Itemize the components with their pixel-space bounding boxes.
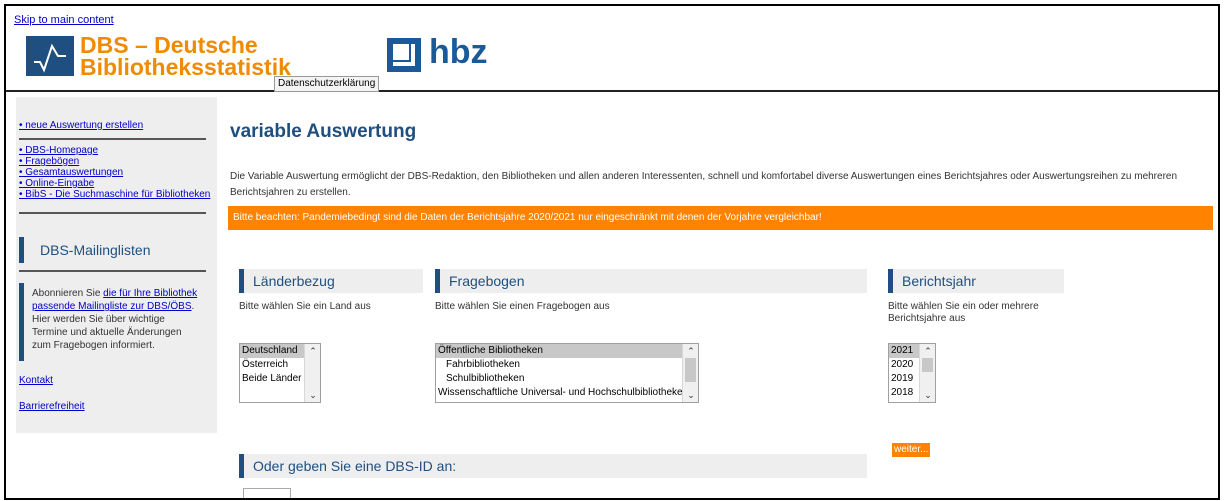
intro-text: Die Variable Auswertung ermöglicht der D… (230, 171, 1178, 198)
country-section-desc: Bitte wählen Sie ein Land aus (239, 301, 371, 312)
sidebar-item-total-reports[interactable]: • Gesamtauswertungen (19, 167, 123, 178)
sidebar-divider (19, 270, 206, 272)
new-report-link[interactable]: • neue Auswertung erstellen (19, 120, 143, 131)
scrollbar-thumb[interactable] (922, 358, 933, 372)
year-listbox-scrollbar[interactable]: ⌃ ⌄ (919, 344, 935, 402)
site-header: Skip to main content DBS – Deutsche Bibl… (6, 6, 1218, 92)
scroll-down-icon[interactable]: ⌄ (305, 388, 320, 402)
sidebar-item-online-entry[interactable]: • Online-Eingabe (19, 178, 94, 189)
main-content: variable Auswertung Die Variable Auswert… (228, 97, 1218, 498)
dbs-id-input[interactable] (243, 488, 291, 498)
year-listbox[interactable]: 2021 2020 2019 2018 ⌃ ⌄ (888, 343, 936, 403)
sidebar-divider (19, 138, 206, 140)
scroll-down-icon[interactable]: ⌄ (920, 388, 935, 402)
country-listbox[interactable]: Deutschland Österreich Beide Länder ⌃ ⌄ (239, 343, 321, 403)
hbz-logo-text[interactable]: hbz (429, 34, 488, 70)
scroll-up-icon[interactable]: ⌃ (305, 344, 320, 358)
scroll-up-icon[interactable]: ⌃ (920, 344, 935, 358)
accessibility-link[interactable]: Barrierefreiheit (19, 401, 85, 412)
dbs-title-line2: Bibliotheksstatistik (80, 54, 291, 80)
mailing-text-before: Abonnieren Sie (32, 288, 104, 299)
questionnaire-option[interactable]: Öffentliche Bibliotheken (436, 344, 698, 358)
questionnaire-listbox-scrollbar[interactable]: ⌃ ⌄ (682, 344, 698, 402)
mailing-lists-info: Abonnieren Sie die für Ihre Bibliothek p… (19, 283, 206, 361)
year-section-heading: Berichtsjahr (888, 269, 1064, 293)
sidebar-divider (19, 212, 206, 214)
dbs-title[interactable]: DBS – Deutsche Bibliotheksstatistik (80, 32, 291, 80)
sidebar-item-questionnaires[interactable]: • Fragebögen (19, 156, 79, 167)
dbs-logo-icon[interactable] (26, 36, 74, 76)
sidebar-item-bibs[interactable]: • BibS - Die Suchmaschine für Bibliothek… (19, 189, 210, 200)
country-listbox-scrollbar[interactable]: ⌃ ⌄ (304, 344, 320, 402)
contact-link[interactable]: Kontakt (19, 375, 53, 386)
questionnaire-section-heading: Fragebogen (435, 269, 867, 293)
next-button[interactable]: weiter... (892, 443, 931, 457)
mailing-lists-heading: DBS-Mailinglisten (19, 237, 206, 263)
scroll-up-icon[interactable]: ⌃ (683, 344, 698, 358)
year-section-desc: Bitte wählen Sie ein oder mehrere Berich… (888, 301, 1039, 324)
scroll-down-icon[interactable]: ⌄ (683, 388, 698, 402)
country-section-heading: Länderbezug (239, 269, 423, 293)
questionnaire-listbox[interactable]: Öffentliche Bibliotheken Fahrbibliotheke… (435, 343, 699, 403)
privacy-policy-button[interactable]: Datenschutzerklärung (274, 76, 380, 92)
scrollbar-thumb[interactable] (685, 358, 696, 382)
questionnaire-option[interactable]: Fahrbibliotheken (436, 358, 698, 372)
questionnaire-option[interactable]: Schulbibliotheken (436, 372, 698, 386)
page-title: variable Auswertung (230, 121, 417, 142)
hbz-logo-icon[interactable] (387, 38, 421, 72)
sidebar: • neue Auswertung erstellen • DBS-Homepa… (16, 97, 217, 433)
sidebar-item-dbs-homepage[interactable]: • DBS-Homepage (19, 145, 98, 156)
skip-to-content-link[interactable]: Skip to main content (14, 14, 114, 26)
pandemic-notice: Bitte beachten: Pandemiebedingt sind die… (228, 206, 1213, 230)
dbs-title-line1: DBS – Deutsche (80, 32, 258, 58)
dbs-id-section-heading: Oder geben Sie eine DBS-ID an: (239, 454, 867, 478)
page-frame: Skip to main content DBS – Deutsche Bibl… (4, 4, 1220, 500)
questionnaire-section-desc: Bitte wählen Sie einen Fragebogen aus (435, 301, 610, 312)
questionnaire-option[interactable]: Wissenschaftliche Universal- und Hochsch… (436, 386, 698, 400)
